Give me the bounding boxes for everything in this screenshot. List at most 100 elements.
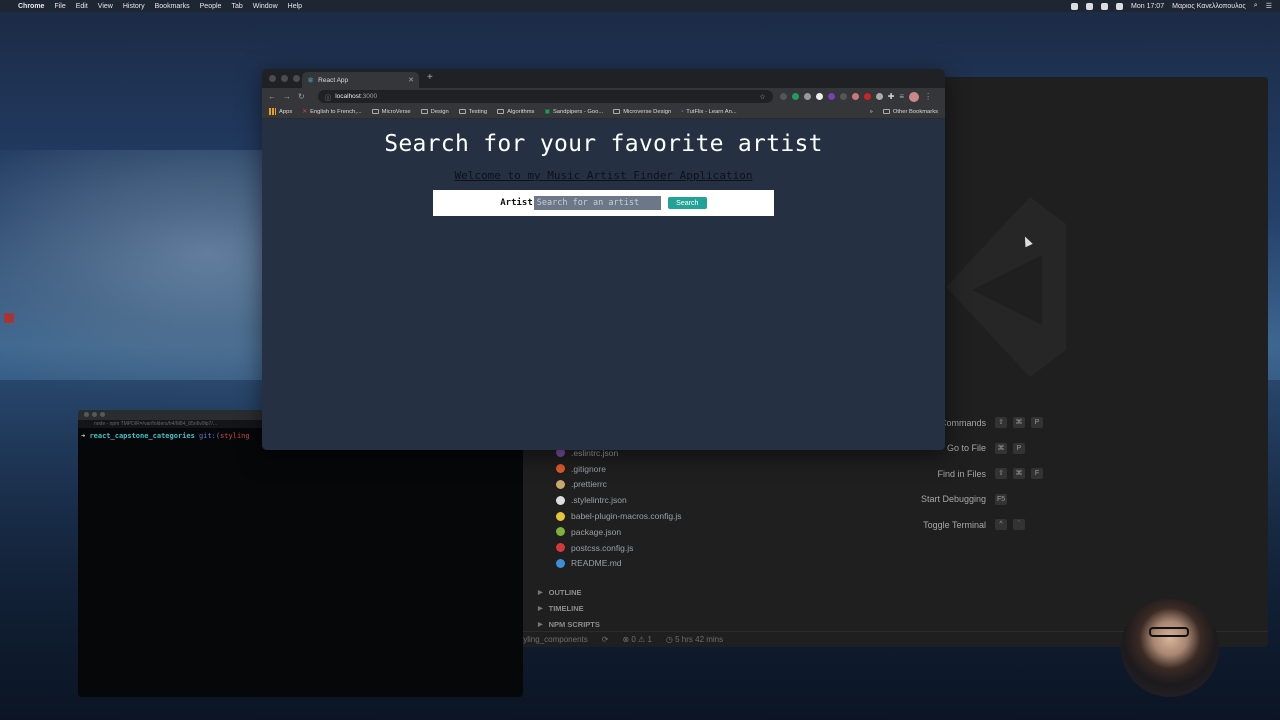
file-name: README.md: [571, 558, 622, 569]
menu-file[interactable]: File: [54, 3, 65, 10]
minimize-dot[interactable]: [281, 75, 288, 82]
menu-app-name[interactable]: Chrome: [18, 3, 44, 10]
shortcut-key: P: [1013, 442, 1025, 454]
bookmarks-overflow[interactable]: »: [870, 109, 873, 115]
webcam-overlay: [1121, 599, 1219, 697]
reload-icon[interactable]: ↻: [298, 92, 305, 101]
section-npm-scripts[interactable]: ▶ NPM SCRIPTS: [538, 616, 600, 632]
problems-status[interactable]: ⊗ 0 ⚠ 1: [622, 635, 651, 644]
reading-list-icon[interactable]: ≡: [899, 92, 904, 101]
extension-icon[interactable]: [839, 93, 847, 100]
file-name: .gitignore: [571, 463, 606, 474]
file-item[interactable]: babel-plugin-macros.config.js: [556, 508, 682, 524]
zoom-dot[interactable]: [293, 75, 300, 82]
file-explorer-list: .eslintrc.json .gitignore .prettierrc .s…: [556, 445, 682, 571]
bookmark-apps[interactable]: Apps: [269, 108, 292, 115]
tab-react-app[interactable]: ⚛ React App ✕: [302, 72, 419, 88]
shortcut-key: ⇧: [995, 468, 1007, 480]
recording-indicator: [4, 313, 14, 323]
terminal-window[interactable]: react_capstone_categories node - npm TMP…: [78, 410, 523, 697]
chrome-menu-icon[interactable]: ⋮: [924, 92, 932, 101]
puzzle-extensions-icon[interactable]: ✚: [888, 92, 895, 101]
minimize-dot[interactable]: [92, 412, 97, 417]
section-timeline[interactable]: ▶ TIMELINE: [538, 600, 600, 616]
back-icon[interactable]: ←: [268, 92, 276, 101]
menu-edit[interactable]: Edit: [76, 3, 88, 10]
address-bar[interactable]: ⓘ localhost:3000 ☆: [317, 90, 773, 103]
bookmark-item[interactable]: ▪ TutFlix - Learn An...: [681, 109, 736, 115]
extension-icon[interactable]: [875, 93, 883, 100]
file-name: postcss.config.js: [571, 542, 634, 553]
tab-close-icon[interactable]: ✕: [408, 76, 414, 84]
other-bookmarks[interactable]: Other Bookmarks: [882, 109, 938, 115]
extension-icon[interactable]: [851, 93, 859, 100]
zoom-dot[interactable]: [100, 412, 105, 417]
status-icon[interactable]: [1086, 2, 1094, 10]
file-item[interactable]: README.md: [556, 556, 682, 572]
tutflix-icon: ▪: [681, 108, 684, 115]
close-dot[interactable]: [84, 412, 89, 417]
shortcut-key: `: [1013, 519, 1025, 531]
search-button[interactable]: Search: [667, 197, 707, 209]
shortcut-label: Toggle Terminal: [923, 519, 986, 530]
bookmark-folder[interactable]: Algorithms: [497, 109, 534, 115]
new-tab-icon[interactable]: +: [427, 72, 433, 83]
wifi-icon[interactable]: [1101, 2, 1109, 10]
file-item[interactable]: .stylelintrc.json: [556, 492, 682, 508]
menu-people[interactable]: People: [200, 3, 222, 10]
section-label: OUTLINE: [548, 587, 582, 597]
extension-icon[interactable]: [803, 93, 811, 100]
chevron-right-icon: ▶: [538, 605, 543, 612]
file-item[interactable]: package.json: [556, 524, 682, 540]
bookmark-star-icon[interactable]: ☆: [759, 93, 765, 101]
prompt-git: git:(: [199, 432, 221, 440]
file-item[interactable]: .gitignore: [556, 461, 682, 477]
postcss-file-icon: [556, 543, 565, 553]
menu-history[interactable]: History: [123, 3, 145, 10]
bookmark-folder[interactable]: Testing: [458, 109, 487, 115]
bookmark-label: English to French,...: [310, 108, 362, 115]
spotlight-icon[interactable]: ⌕: [1254, 2, 1258, 10]
bookmark-item[interactable]: ✕ English to French,...: [302, 109, 361, 115]
section-label: TIMELINE: [548, 603, 584, 613]
menubar-clock[interactable]: Mon 17:07: [1131, 3, 1164, 10]
menu-tab[interactable]: Tab: [231, 3, 242, 10]
close-dot[interactable]: [269, 75, 276, 82]
menu-view[interactable]: View: [98, 3, 113, 10]
folder-icon: [882, 109, 890, 114]
shortcut-key: ⌘: [1013, 417, 1025, 429]
page-subtitle: Welcome to my Music Artist Finder Applic…: [454, 169, 753, 182]
menu-bookmarks[interactable]: Bookmarks: [155, 3, 190, 10]
chrome-window: ⚛ React App ✕ + ← → ↻ ⓘ localhost:3000 ☆…: [262, 69, 945, 450]
artist-label: Artist: [500, 198, 533, 208]
profile-avatar[interactable]: [909, 91, 920, 102]
file-item[interactable]: .prettierrc: [556, 477, 682, 493]
extension-icon[interactable]: [815, 93, 823, 100]
extension-icon[interactable]: [779, 93, 787, 100]
extension-icon[interactable]: [827, 93, 835, 100]
status-icon[interactable]: [1071, 2, 1079, 10]
menu-help[interactable]: Help: [288, 3, 302, 10]
wakatime-status[interactable]: ◷ 5 hrs 42 mins: [666, 635, 723, 644]
control-center-icon[interactable]: ☰: [1266, 2, 1272, 10]
shortcut-label: Find in Files: [937, 468, 986, 479]
shortcut-key: ⌘: [995, 442, 1007, 454]
bookmark-label: Sandpipers - Goo...: [552, 108, 604, 115]
battery-icon[interactable]: [1116, 2, 1124, 10]
section-outline[interactable]: ▶ OUTLINE: [538, 584, 600, 600]
forward-icon[interactable]: →: [283, 92, 291, 101]
menubar-user[interactable]: Μαριος Κανελλοπουλος: [1172, 3, 1246, 10]
extension-icon[interactable]: [863, 93, 871, 100]
chrome-toolbar: ← → ↻ ⓘ localhost:3000 ☆ ✚ ≡ ⋮: [262, 88, 945, 105]
shortcut-key: F5: [995, 493, 1008, 505]
sync-icon[interactable]: ⟳: [602, 635, 609, 644]
menu-window[interactable]: Window: [253, 3, 278, 10]
bookmark-item[interactable]: ▣ Sandpipers - Goo...: [544, 109, 603, 115]
artist-search-input[interactable]: [533, 196, 661, 210]
extension-icon[interactable]: [791, 93, 799, 100]
file-item[interactable]: postcss.config.js: [556, 540, 682, 556]
bookmark-folder[interactable]: Microverse Design: [613, 109, 671, 115]
bookmark-folder[interactable]: Design: [420, 109, 449, 115]
bookmark-folder[interactable]: MicroVerse: [371, 109, 411, 115]
apps-grid-icon: [269, 108, 276, 115]
